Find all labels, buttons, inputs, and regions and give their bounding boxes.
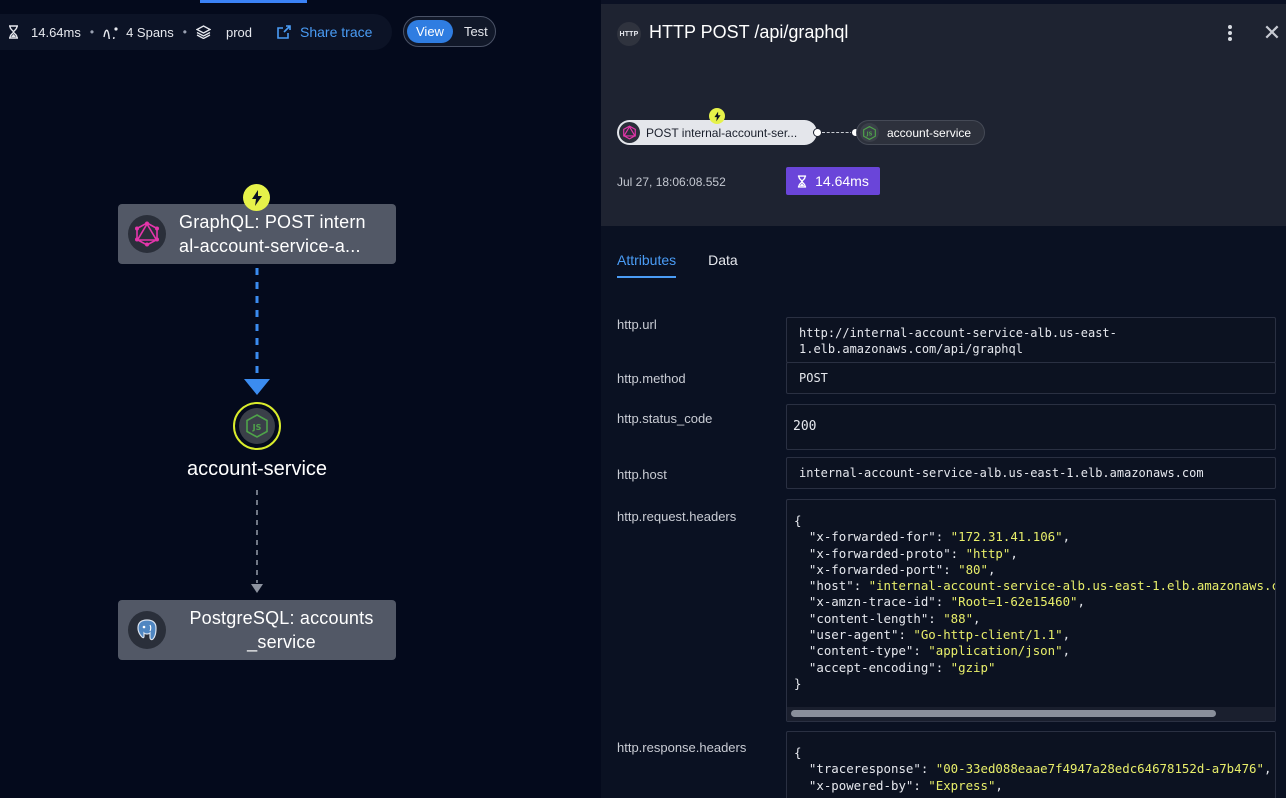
header-value: "internal-account-service-alb.us-east-1.… — [868, 578, 1276, 594]
header-line: "accept-encoding": "gzip" — [808, 659, 996, 675]
header-value: "172.31.41.106" — [950, 529, 1063, 545]
trace-canvas[interactable]: 14.64ms • 4 Spans • prod Share trace Vie… — [0, 0, 601, 798]
header-key: "x-forwarded-for" — [808, 529, 936, 545]
header-line: "x-amzn-trace-id": "Root=1-62e15460", — [808, 594, 1085, 610]
header-value: "Go-http-client/1.1" — [913, 627, 1063, 643]
graphql-span-node[interactable]: GraphQL: POST intern al-account-service-a… — [118, 204, 396, 264]
header-key: "host" — [808, 578, 854, 594]
header-line: "host": "internal-account-service-alb.us… — [794, 578, 1276, 594]
request-headers-code[interactable]: { "x-forwarded-for": "172.31.41.106", "x… — [786, 499, 1276, 722]
header-value: "Express" — [928, 777, 996, 793]
header-value: "88" — [943, 610, 974, 626]
edge-arrow-head — [244, 379, 270, 395]
header-key: "x-forwarded-proto" — [808, 545, 951, 561]
attribute-key: http.response.headers — [617, 740, 747, 755]
header-key: "content-type" — [808, 643, 914, 659]
trace-graph-edges — [244, 268, 270, 593]
tab-data[interactable]: Data — [708, 248, 738, 278]
header-key: "accept-encoding" — [808, 659, 936, 675]
span-title: HTTP POST /api/graphql — [649, 22, 849, 42]
header-key: "x-forwarded-port" — [808, 561, 944, 577]
hourglass-icon — [798, 174, 807, 188]
attribute-value[interactable]: internal-account-service-alb.us-east-1.e… — [786, 457, 1276, 489]
flow-dest-pill[interactable]: JS account-service — [856, 120, 985, 145]
nodejs-icon: JS — [239, 408, 275, 444]
lightning-icon — [709, 108, 725, 124]
svg-text:JS: JS — [866, 131, 873, 137]
postgresql-span-node[interactable]: PostgreSQL: accounts _service — [118, 600, 396, 660]
horizontal-scrollbar[interactable] — [787, 707, 1275, 721]
header-key: "content-length" — [808, 610, 929, 626]
header-line: "x-powered-by": "Express", — [808, 777, 1003, 793]
flow-connector-dot — [813, 128, 822, 137]
postgresql-icon — [128, 611, 166, 649]
header-key: "user-agent" — [808, 627, 899, 643]
header-line: "traceresponse": "00-33ed088eaae7f4947a2… — [808, 761, 1272, 777]
header-value: "Root=1-62e15460" — [950, 594, 1078, 610]
header-line: "content-type": "application/json", — [808, 643, 1071, 659]
attribute-value[interactable]: http://internal-account-service-alb.us-e… — [786, 317, 1276, 363]
attribute-value[interactable]: POST — [786, 362, 1276, 394]
scrollbar-thumb[interactable] — [791, 710, 1216, 717]
flow-dest-label: account-service — [887, 125, 972, 140]
tab-attributes[interactable]: Attributes — [617, 248, 677, 278]
attribute-value[interactable]: 200 — [786, 404, 1276, 450]
graphql-icon — [619, 122, 640, 143]
attribute-key: http.status_code — [617, 411, 713, 426]
node-label: GraphQL: POST intern al-account-service-a… — [179, 212, 366, 256]
graphql-icon — [128, 215, 166, 253]
attribute-key: http.request.headers — [617, 509, 737, 524]
header-key: "x-powered-by" — [808, 777, 914, 793]
attribute-key: http.method — [617, 371, 686, 386]
close-icon[interactable]: ✕ — [1262, 22, 1282, 44]
header-value: "application/json" — [928, 643, 1063, 659]
detail-tabs: Attributes Data — [617, 248, 738, 278]
span-header: HTTP HTTP POST /api/graphql ✕ POST inter… — [601, 0, 1286, 226]
header-value: "00-33ed088eaae7f4947a28edc64678152d-a7b… — [935, 761, 1264, 777]
header-value: "http" — [965, 545, 1011, 561]
header-key: "traceresponse" — [808, 761, 921, 777]
account-service-node[interactable]: JS — [233, 402, 281, 450]
attribute-key: http.host — [617, 467, 667, 482]
flow-source-label: POST internal-account-ser... — [646, 125, 798, 140]
span-flow: POST internal-account-ser... JS account-… — [617, 108, 997, 146]
span-duration-badge: 14.64ms — [786, 167, 880, 195]
edge-arrow-head — [251, 584, 263, 593]
more-options-icon[interactable] — [1223, 22, 1237, 44]
span-timestamp: Jul 27, 18:06:08.552 — [617, 175, 726, 189]
header-value: "gzip" — [950, 659, 996, 675]
header-line: "x-forwarded-port": "80", — [808, 561, 996, 577]
attribute-key: http.url — [617, 317, 657, 332]
nodejs-icon: JS — [860, 123, 879, 142]
header-value: "80" — [958, 561, 988, 577]
header-key: "x-amzn-trace-id" — [808, 594, 936, 610]
header-line: "x-forwarded-for": "172.31.41.106", — [808, 529, 1071, 545]
header-line: "user-agent": "Go-http-client/1.1", — [808, 627, 1071, 643]
header-line: "content-length": "88", — [808, 610, 981, 626]
node-label: PostgreSQL: accounts _service — [189, 608, 374, 652]
svg-text:JS: JS — [252, 423, 262, 432]
lightning-icon — [243, 184, 270, 211]
response-headers-code[interactable]: { "traceresponse": "00-33ed088eaae7f4947… — [786, 731, 1276, 798]
http-icon: HTTP — [617, 22, 641, 46]
account-service-label: account-service — [186, 458, 328, 480]
span-detail-panel: HTTP HTTP POST /api/graphql ✕ POST inter… — [601, 0, 1286, 798]
header-line: "x-forwarded-proto": "http", — [808, 545, 1018, 561]
